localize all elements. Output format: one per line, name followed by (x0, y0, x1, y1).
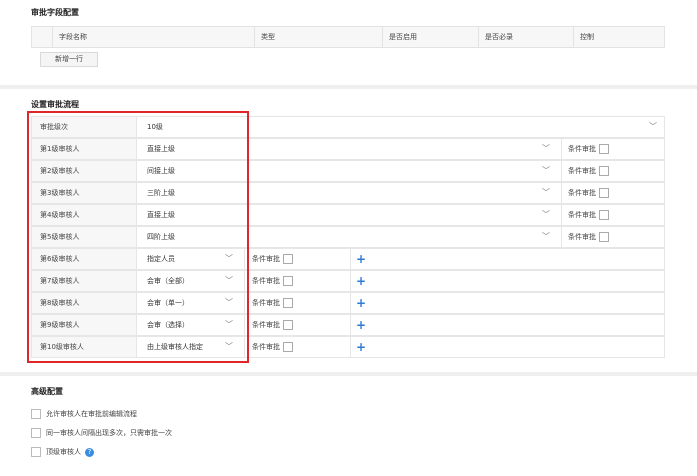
col-control: 控制 (573, 27, 664, 47)
field-config-title: 审批字段配置 (31, 8, 79, 17)
cell-divider (350, 271, 351, 291)
add-row-button[interactable]: 新增一行 (40, 52, 98, 67)
conditional-label: 条件审批 (568, 211, 596, 219)
conditional-approval[interactable]: 条件审批 (252, 315, 293, 335)
option-label: 同一审核人间隔出现多次，只需审批一次 (46, 429, 172, 437)
option-top-approver[interactable]: 顶级审核人? (31, 446, 94, 458)
section-divider (0, 85, 697, 89)
chevron-down-icon[interactable]: ﹀ (649, 117, 657, 137)
add-approver-icon[interactable]: + (356, 337, 366, 357)
option-label: 顶级审核人 (46, 448, 81, 456)
help-icon[interactable]: ? (85, 447, 94, 457)
chevron-down-icon[interactable]: ﹀ (542, 205, 550, 225)
conditional-checkbox[interactable] (599, 166, 609, 176)
conditional-approval[interactable]: 条件审批 (252, 337, 293, 357)
conditional-approval[interactable]: 条件审批 (568, 205, 609, 225)
conditional-approval[interactable]: 条件审批 (568, 161, 609, 181)
conditional-checkbox[interactable] (283, 254, 293, 264)
cell-divider (350, 293, 351, 313)
cell-divider (350, 337, 351, 357)
conditional-label: 条件审批 (568, 167, 596, 175)
conditional-checkbox[interactable] (283, 320, 293, 330)
add-approver-icon[interactable]: + (356, 271, 366, 291)
table-select-col (32, 27, 52, 47)
conditional-checkbox[interactable] (599, 144, 609, 154)
cell-divider (561, 205, 562, 225)
chevron-down-icon[interactable]: ﹀ (542, 139, 550, 159)
option-checkbox[interactable] (31, 428, 41, 438)
section-divider (0, 372, 697, 376)
conditional-approval[interactable]: 条件审批 (568, 139, 609, 159)
option-edit-before-approval[interactable]: 允许审核人在审批前编辑流程 (31, 408, 137, 420)
conditional-checkbox[interactable] (599, 232, 609, 242)
add-approver-icon[interactable]: + (356, 315, 366, 335)
cell-divider (350, 249, 351, 269)
cell-divider (561, 139, 562, 159)
conditional-label: 条件审批 (252, 277, 280, 285)
option-checkbox[interactable] (31, 409, 41, 419)
cell-divider (561, 161, 562, 181)
field-config-table: 字段名称 类型 是否启用 是否必录 控制 (31, 26, 665, 48)
chevron-down-icon[interactable]: ﹀ (542, 183, 550, 203)
option-dedupe-approver[interactable]: 同一审核人间隔出现多次，只需审批一次 (31, 427, 172, 439)
cell-divider (350, 315, 351, 335)
chevron-down-icon[interactable]: ﹀ (542, 227, 550, 247)
conditional-approval[interactable]: 条件审批 (252, 249, 293, 269)
conditional-checkbox[interactable] (283, 276, 293, 286)
flow-title: 设置审批流程 (31, 100, 79, 109)
conditional-approval[interactable]: 条件审批 (252, 271, 293, 291)
conditional-approval[interactable]: 条件审批 (568, 183, 609, 203)
conditional-checkbox[interactable] (599, 210, 609, 220)
highlight-box (27, 111, 249, 363)
option-label: 允许审核人在审批前编辑流程 (46, 410, 137, 418)
conditional-label: 条件审批 (252, 343, 280, 351)
col-type: 类型 (254, 27, 382, 47)
col-enabled: 是否启用 (382, 27, 478, 47)
add-approver-icon[interactable]: + (356, 249, 366, 269)
conditional-label: 条件审批 (568, 145, 596, 153)
chevron-down-icon[interactable]: ﹀ (542, 161, 550, 181)
conditional-label: 条件审批 (252, 299, 280, 307)
conditional-checkbox[interactable] (283, 298, 293, 308)
conditional-checkbox[interactable] (599, 188, 609, 198)
conditional-approval[interactable]: 条件审批 (568, 227, 609, 247)
conditional-checkbox[interactable] (283, 342, 293, 352)
option-checkbox[interactable] (31, 447, 41, 457)
conditional-label: 条件审批 (252, 255, 280, 263)
col-required: 是否必录 (478, 27, 573, 47)
col-field-name: 字段名称 (52, 27, 254, 47)
conditional-label: 条件审批 (568, 189, 596, 197)
conditional-label: 条件审批 (252, 321, 280, 329)
cell-divider (561, 183, 562, 203)
add-approver-icon[interactable]: + (356, 293, 366, 313)
conditional-approval[interactable]: 条件审批 (252, 293, 293, 313)
advanced-title: 高级配置 (31, 387, 63, 396)
conditional-label: 条件审批 (568, 233, 596, 241)
cell-divider (561, 227, 562, 247)
